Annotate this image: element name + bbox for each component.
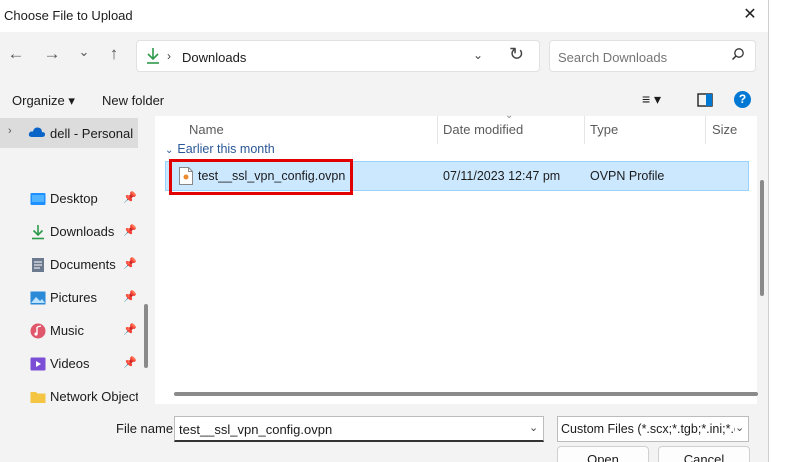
horizontal-scrollbar[interactable]	[174, 392, 758, 396]
pin-icon[interactable]: 📌	[123, 356, 137, 369]
column-divider[interactable]	[705, 116, 706, 144]
column-header-size[interactable]: Size	[712, 122, 737, 137]
column-header-name[interactable]: Name	[189, 122, 224, 137]
file-type: OVPN Profile	[590, 169, 665, 183]
address-history-chevron-icon[interactable]: ⌄	[473, 48, 483, 62]
download-icon	[30, 224, 46, 240]
sidebar-item-onedrive[interactable]: › dell - Personal	[0, 118, 138, 148]
organize-menu[interactable]: Organize ▾	[12, 93, 75, 109]
sidebar-item-label: Music	[50, 323, 84, 338]
up-arrow-icon[interactable]: ↑	[102, 42, 126, 66]
sidebar-scrollbar[interactable]	[144, 304, 148, 368]
desktop-icon	[30, 191, 46, 207]
videos-icon	[30, 356, 46, 372]
breadcrumb-downloads[interactable]: Downloads	[182, 50, 246, 65]
breadcrumb-separator: ›	[167, 49, 171, 63]
highlight-box	[169, 159, 353, 195]
help-icon[interactable]: ?	[734, 91, 751, 108]
navigation-bar: ← → ⌄ ↑ › Downloads ⌄ ↻	[0, 32, 768, 84]
sort-indicator-icon: ⌄	[505, 110, 514, 121]
pin-icon[interactable]: 📌	[123, 257, 137, 270]
sidebar-item-pictures[interactable]: Pictures 📌	[0, 284, 140, 312]
download-icon	[145, 47, 161, 68]
view-options-icon[interactable]: ≡ ▾	[642, 91, 661, 108]
search-box[interactable]	[549, 40, 756, 72]
folder-icon	[30, 389, 46, 405]
address-bar[interactable]: › Downloads ⌄ ↻	[136, 40, 540, 72]
sidebar-item-label: dell - Personal	[50, 126, 134, 141]
open-button[interactable]: Open	[557, 446, 649, 462]
file-name-dropdown-chevron-icon[interactable]: ⌄	[529, 421, 538, 434]
sidebar-item-label: Pictures	[50, 290, 97, 305]
sidebar-item-label: Videos	[50, 356, 90, 371]
group-collapse-chevron-icon[interactable]: ⌄	[165, 145, 173, 156]
pin-icon[interactable]: 📌	[123, 224, 137, 237]
dialog-title: Choose File to Upload	[4, 8, 133, 23]
file-type-select[interactable]: Custom Files (*.scx;*.tgb;*.ini;*.ovpn) …	[557, 416, 749, 442]
file-name-input[interactable]: test__ssl_vpn_config.ovpn ⌄	[174, 416, 544, 442]
pin-icon[interactable]: 📌	[123, 290, 137, 303]
new-folder-button[interactable]: New folder	[102, 93, 164, 108]
sidebar-item-documents[interactable]: Documents 📌	[0, 251, 140, 279]
forward-arrow-icon[interactable]: →	[40, 42, 64, 66]
back-arrow-icon[interactable]: ←	[4, 42, 28, 66]
vertical-scrollbar[interactable]	[760, 180, 764, 296]
file-name-label: File name:	[116, 421, 177, 436]
group-label: Earlier this month	[177, 142, 275, 156]
group-header[interactable]: ⌄ Earlier this month	[165, 142, 275, 156]
pictures-icon	[30, 290, 46, 306]
music-icon	[30, 323, 46, 339]
sidebar-item-music[interactable]: Music 📌	[0, 317, 140, 345]
documents-icon	[30, 257, 46, 273]
dialog-footer: File name: test__ssl_vpn_config.ovpn ⌄ C…	[0, 404, 768, 462]
preview-pane-icon[interactable]	[697, 92, 713, 111]
cancel-button[interactable]: Cancel	[658, 446, 750, 462]
recent-locations-chevron-icon[interactable]: ⌄	[72, 40, 96, 64]
column-header-type[interactable]: Type	[590, 122, 618, 137]
title-bar: Choose File to Upload ✕	[0, 0, 768, 32]
sidebar-item-videos[interactable]: Videos 📌	[0, 350, 140, 378]
expand-chevron-icon[interactable]: ›	[8, 125, 12, 137]
file-type-value[interactable]: Custom Files (*.scx;*.tgb;*.ini;*.ovpn)	[561, 422, 735, 436]
refresh-icon[interactable]: ↻	[509, 44, 524, 65]
navigation-pane: › dell - Personal Desktop 📌 Downloads 📌 …	[0, 116, 150, 404]
search-input[interactable]	[556, 47, 728, 67]
close-icon[interactable]: ✕	[740, 5, 760, 25]
sidebar-item-label: Desktop	[50, 191, 98, 206]
sidebar-item-label: Documents	[50, 257, 116, 272]
file-date-modified: 07/11/2023 12:47 pm	[443, 169, 561, 183]
sidebar-item-label: Network Objects	[50, 389, 138, 404]
pin-icon[interactable]: 📌	[123, 323, 137, 336]
sidebar-item-desktop[interactable]: Desktop 📌	[0, 185, 140, 213]
cloud-icon	[28, 126, 46, 141]
file-dialog: Choose File to Upload ✕ ← → ⌄ ↑ › Downlo…	[0, 0, 769, 462]
column-divider[interactable]	[437, 116, 438, 144]
pin-icon[interactable]: 📌	[123, 191, 137, 204]
file-name-value[interactable]: test__ssl_vpn_config.ovpn	[179, 422, 332, 437]
file-type-chevron-icon[interactable]: ⌄	[735, 421, 745, 434]
search-icon	[731, 47, 745, 64]
command-bar: Organize ▾ New folder ≡ ▾ ?	[0, 84, 768, 116]
column-header-date-modified[interactable]: Date modified	[443, 122, 523, 137]
sidebar-item-label: Downloads	[50, 224, 115, 239]
sidebar-item-downloads[interactable]: Downloads 📌	[0, 218, 140, 246]
column-divider[interactable]	[584, 116, 585, 144]
